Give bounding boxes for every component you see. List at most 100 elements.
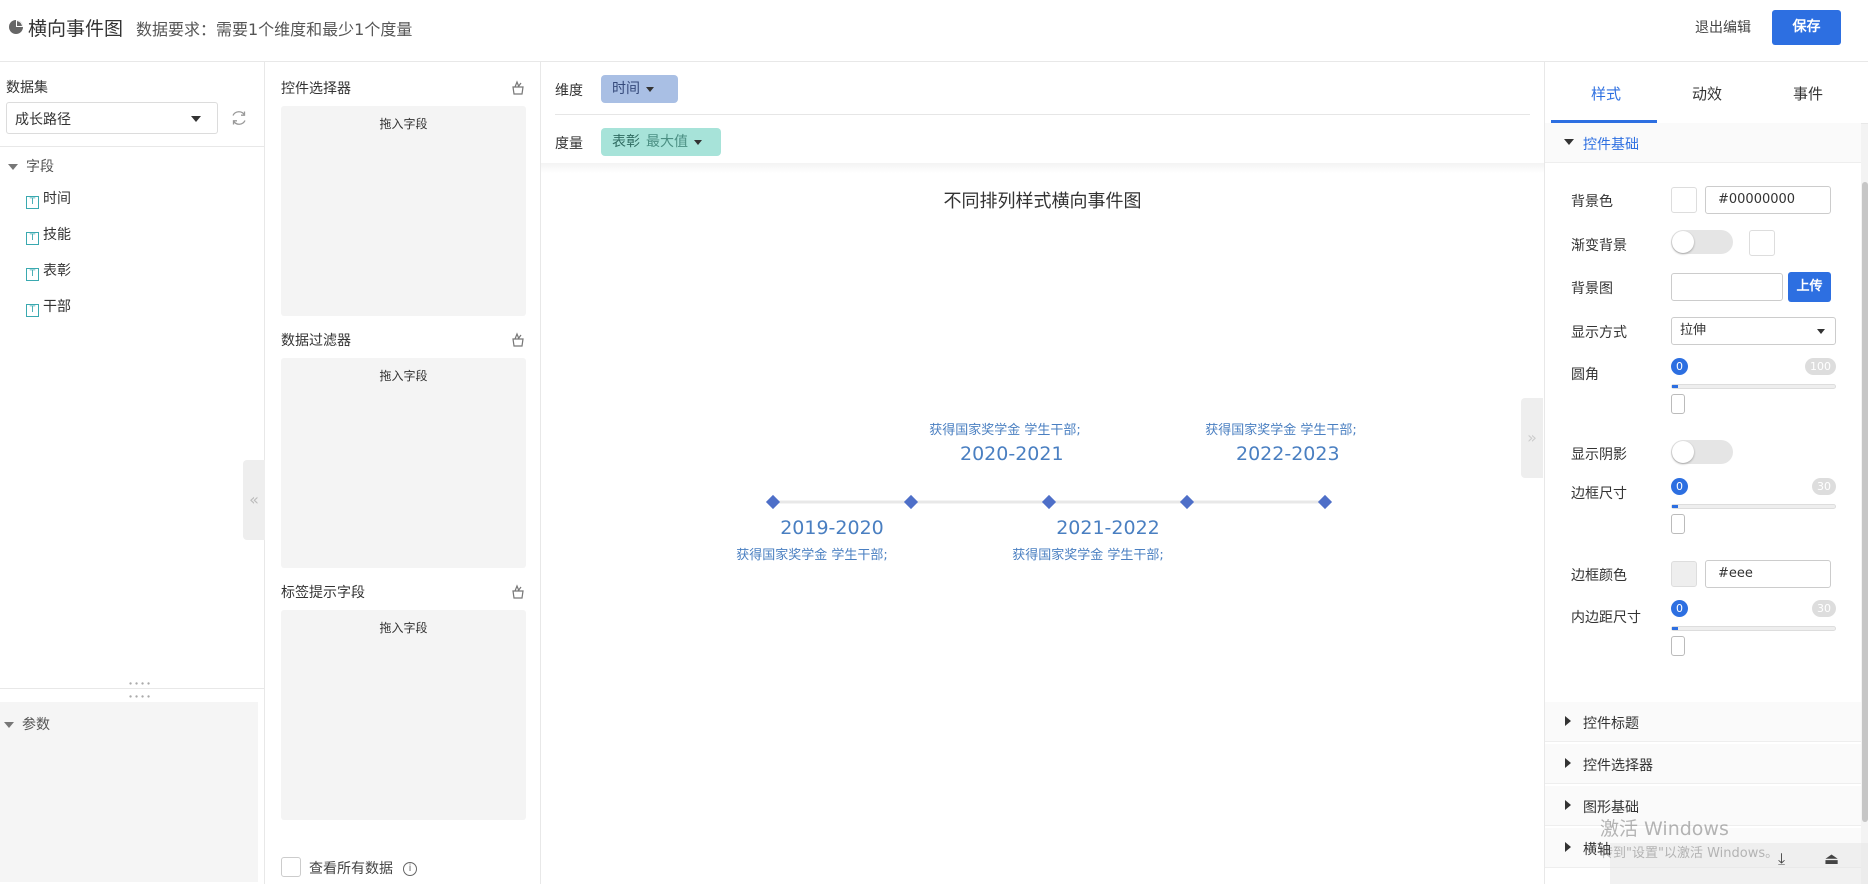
- divider: [0, 688, 265, 689]
- dataset-select[interactable]: 成长路径: [6, 102, 218, 134]
- field-item-award[interactable]: T 表彰: [26, 260, 71, 281]
- slider-track[interactable]: [1671, 504, 1836, 509]
- border-color-label: 边框颜色: [1571, 568, 1627, 584]
- padding-slider[interactable]: 0 30: [1671, 600, 1836, 656]
- view-all-checkbox[interactable]: [281, 857, 301, 877]
- params-header-label: 参数: [22, 717, 50, 733]
- field-label: 干部: [43, 299, 71, 315]
- border-color-swatch[interactable]: [1671, 561, 1697, 587]
- timeline-node-marker[interactable]: [903, 494, 919, 510]
- section-label: 控件选择器: [1583, 758, 1653, 774]
- event-description-label: 获得国家奖学金 学生干部;: [1205, 422, 1357, 438]
- gradient-color-swatch[interactable]: [1749, 230, 1775, 256]
- event-time-label: 2019-2020: [780, 517, 884, 539]
- slider-max-badge: 30: [1812, 478, 1836, 495]
- expand-icon: [4, 722, 14, 728]
- border-color-input[interactable]: #eee: [1705, 560, 1831, 588]
- slider-min-badge: 0: [1671, 600, 1688, 617]
- radius-label: 圆角: [1571, 367, 1599, 383]
- display-mode-select[interactable]: 拉伸: [1671, 317, 1836, 345]
- section-label: 控件基础: [1583, 137, 1639, 153]
- resize-handle[interactable]: ∙∙∙∙: [128, 692, 152, 701]
- field-item-skill[interactable]: T 技能: [26, 224, 71, 245]
- tab-animation[interactable]: 动效: [1692, 83, 1722, 104]
- timeline-node-marker[interactable]: [1317, 494, 1333, 510]
- refresh-icon[interactable]: [230, 109, 248, 127]
- shadow-label: 显示阴影: [1571, 447, 1627, 463]
- caret-down-icon: [1817, 329, 1825, 334]
- slider-fill: [1672, 505, 1678, 508]
- toggle-knob: [1672, 231, 1694, 253]
- control-selector-dropzone[interactable]: 拖入字段: [281, 106, 526, 316]
- toggle-knob: [1672, 441, 1694, 463]
- info-icon[interactable]: i: [403, 862, 417, 876]
- tooltip-field-dropzone[interactable]: 拖入字段: [281, 610, 526, 820]
- bg-image-label: 背景图: [1571, 281, 1613, 297]
- exit-edit-button[interactable]: 退出编辑: [1695, 17, 1751, 37]
- chevron-right-icon: [1565, 758, 1571, 768]
- field-label: 技能: [43, 227, 71, 243]
- data-filter-dropzone[interactable]: 拖入字段: [281, 358, 526, 568]
- upload-button[interactable]: 上传: [1788, 272, 1831, 302]
- dropzone-placeholder: 拖入字段: [379, 369, 428, 383]
- event-time-label: 2022-2023: [1236, 443, 1340, 465]
- text-field-icon: T: [26, 232, 39, 245]
- dataset-label: 数据集: [6, 80, 48, 96]
- slider-min-badge: 0: [1671, 478, 1688, 495]
- field-label: 时间: [43, 191, 71, 207]
- eject-icon[interactable]: ⏏: [1824, 849, 1839, 868]
- event-description-label: 获得国家奖学金 学生干部;: [1012, 547, 1164, 563]
- fields-tree-header[interactable]: 字段: [8, 156, 54, 176]
- border-size-slider[interactable]: 0 30: [1671, 478, 1836, 534]
- slider-fill: [1672, 385, 1678, 388]
- data-requirement-text: 数据要求：需要1个维度和最少1个度量: [136, 20, 413, 39]
- expand-icon: [1564, 139, 1574, 145]
- section-widget-title[interactable]: 控件标题: [1545, 702, 1861, 742]
- clear-icon[interactable]: [510, 332, 526, 348]
- chevron-right-icon: [1565, 842, 1571, 852]
- page-title: 横向事件图: [28, 18, 124, 40]
- resize-handle[interactable]: ∙∙∙∙: [128, 679, 152, 688]
- params-header[interactable]: 参数: [4, 714, 50, 734]
- bg-image-input[interactable]: [1671, 273, 1783, 301]
- field-item-time[interactable]: T 时间: [26, 188, 71, 209]
- dropzone-placeholder: 拖入字段: [379, 621, 428, 635]
- gradient-bg-label: 渐变背景: [1571, 238, 1627, 254]
- slider-handle[interactable]: [1671, 514, 1685, 534]
- timeline-node-marker[interactable]: [765, 494, 781, 510]
- bg-color-label: 背景色: [1571, 194, 1613, 210]
- text-field-icon: T: [26, 304, 39, 317]
- bg-color-input[interactable]: #00000000: [1705, 186, 1831, 214]
- section-widget-selector[interactable]: 控件选择器: [1545, 744, 1861, 784]
- text-field-icon: T: [26, 268, 39, 281]
- section-widget-basics[interactable]: 控件基础: [1545, 123, 1861, 163]
- collapse-left-button[interactable]: «: [243, 460, 265, 540]
- slider-max-badge: 30: [1812, 600, 1836, 617]
- clear-icon[interactable]: [510, 584, 526, 600]
- slider-handle[interactable]: [1671, 394, 1685, 414]
- radius-slider[interactable]: 0 100: [1671, 358, 1836, 414]
- gradient-bg-toggle[interactable]: [1671, 230, 1733, 254]
- divider: [0, 146, 265, 147]
- slider-track[interactable]: [1671, 626, 1836, 631]
- slider-track[interactable]: [1671, 384, 1836, 389]
- collapse-right-button[interactable]: »: [1521, 398, 1543, 478]
- scrollbar-thumb[interactable]: [1862, 182, 1868, 822]
- timeline-node-marker[interactable]: [1041, 494, 1057, 510]
- control-panel: 控件选择器 拖入字段 数据过滤器 拖入字段 标签提示字段 拖入字段 查看所有数据…: [265, 62, 541, 884]
- clear-icon[interactable]: [510, 80, 526, 96]
- bg-color-swatch[interactable]: [1671, 187, 1697, 213]
- shadow-toggle[interactable]: [1671, 440, 1733, 464]
- style-tabs: 样式 动效 事件: [1545, 62, 1868, 124]
- slider-max-badge: 100: [1805, 358, 1836, 375]
- event-time-label: 2021-2022: [1056, 517, 1160, 539]
- tab-style[interactable]: 样式: [1591, 83, 1621, 104]
- save-button[interactable]: 保存: [1772, 10, 1841, 45]
- field-item-cadre[interactable]: T 干部: [26, 296, 71, 317]
- data-filter-title: 数据过滤器: [281, 333, 351, 349]
- slider-handle[interactable]: [1671, 636, 1685, 656]
- timeline-node-marker[interactable]: [1179, 494, 1195, 510]
- download-icon[interactable]: ⤓: [1778, 849, 1785, 869]
- control-selector-title: 控件选择器: [281, 81, 351, 97]
- tab-events[interactable]: 事件: [1793, 83, 1823, 104]
